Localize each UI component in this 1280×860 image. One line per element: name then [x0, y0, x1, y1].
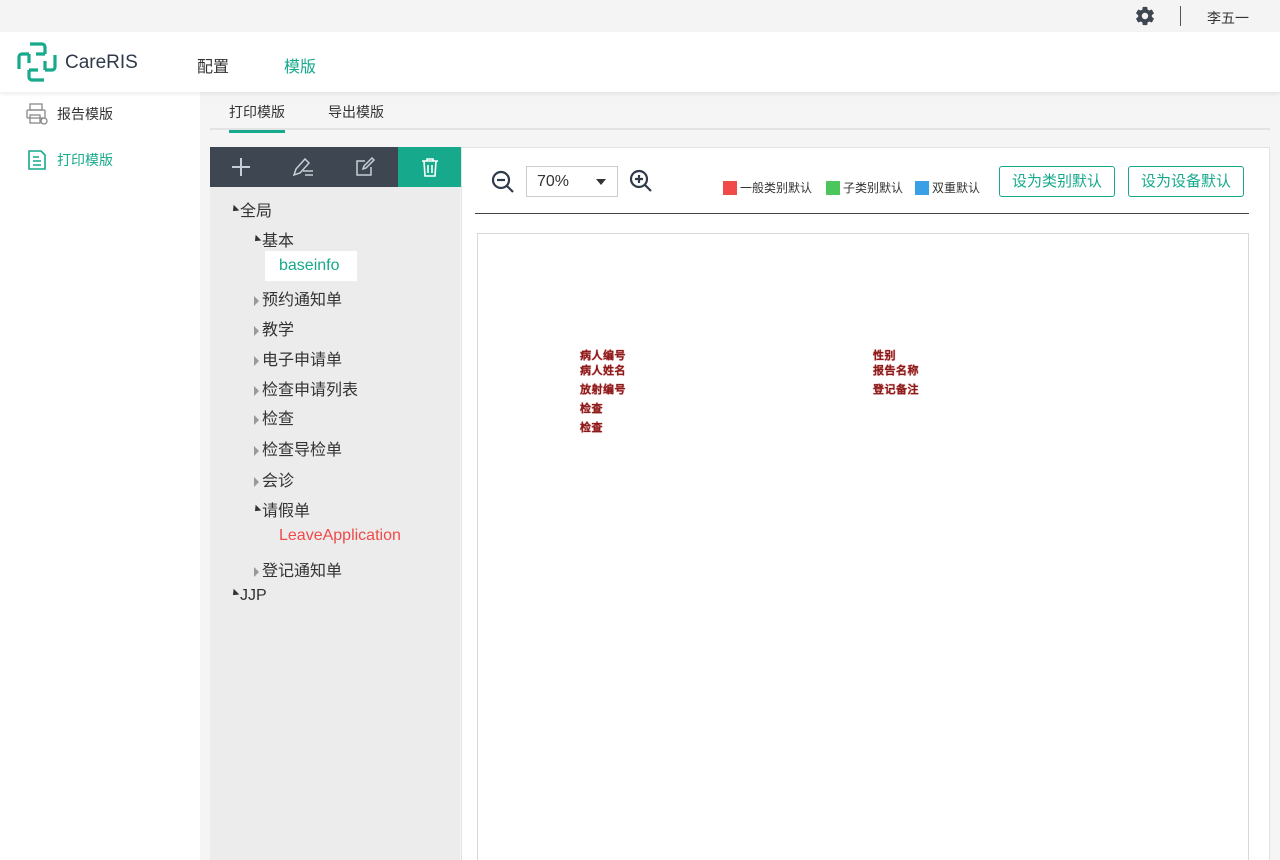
tree-leaf-leave-application[interactable]: LeaveApplication — [279, 527, 401, 545]
legend-label: 双重默认 — [932, 181, 981, 195]
template-tabs: 打印模版 导出模版 — [210, 92, 1270, 133]
caret-right-icon — [254, 414, 259, 425]
top-bar: 李五一 — [0, 0, 1280, 32]
caret-right-icon — [254, 445, 259, 456]
plus-icon — [232, 158, 250, 176]
delete-button[interactable] — [398, 147, 461, 187]
tree-node-label: 预约通知单 — [262, 292, 343, 309]
zoom-value: 70% — [537, 173, 570, 190]
tree-node-appointment[interactable]: 预约通知单 — [254, 286, 342, 310]
tab-print-templates[interactable]: 打印模版 — [229, 102, 285, 133]
tree-node-consultation[interactable]: 会诊 — [254, 467, 294, 491]
sidebar-item-label: 打印模版 — [57, 152, 113, 168]
add-button[interactable] — [210, 147, 272, 187]
legend-label: 子类别默认 — [843, 181, 904, 195]
tree-node-label: 教学 — [262, 322, 295, 339]
tab-export-templates[interactable]: 导出模版 — [328, 102, 384, 130]
tree-toolbar — [210, 147, 461, 187]
sidebar-item-label: 报告模版 — [57, 106, 113, 122]
divider — [1180, 6, 1181, 26]
edit-button[interactable] — [334, 147, 396, 187]
tree-node-teaching[interactable]: 教学 — [254, 316, 294, 340]
printer-gear-icon — [26, 103, 48, 125]
careris-logo-icon — [17, 42, 57, 82]
caret-down-icon — [252, 505, 262, 515]
username[interactable]: 李五一 — [1207, 8, 1249, 28]
tree-node-label: JJP — [240, 587, 267, 604]
tree-node-label: 检查导检单 — [262, 442, 343, 459]
caret-right-icon — [254, 566, 259, 577]
template-preview-panel: 70% 一般类别默认 子类别默认 双重默认 设为类别默认 设为设备默认 病人编号… — [461, 147, 1270, 860]
rename-button[interactable] — [272, 147, 334, 187]
edit-document-icon — [28, 150, 46, 170]
app-logo-text: CareRIS — [65, 52, 138, 73]
tree-node-leave[interactable]: 请假单 — [252, 497, 310, 521]
caret-right-icon — [254, 325, 259, 336]
chevron-down-icon — [596, 179, 606, 185]
legend-general-default: 一般类别默认 — [723, 179, 812, 196]
tree-node-label: 电子申请单 — [262, 352, 343, 369]
template-tree-panel: 全局 基本 baseinfo 预约通知单 教学 电子申请单 检查申请列表 检查 … — [210, 147, 461, 860]
legend-dual-default: 双重默认 — [915, 179, 980, 196]
field-gender[interactable]: 性别 — [873, 347, 896, 363]
set-device-default-button[interactable]: 设为设备默认 — [1128, 166, 1245, 197]
tree-node-exam-guide[interactable]: 检查导检单 — [254, 436, 342, 460]
set-category-default-button[interactable]: 设为类别默认 — [999, 166, 1116, 197]
caret-right-icon — [254, 385, 259, 396]
tree-node-exam[interactable]: 检查 — [254, 405, 294, 429]
legend-subcategory-default: 子类别默认 — [826, 179, 903, 196]
legend-swatch-blue — [915, 180, 929, 195]
tree-node-global[interactable]: 全局 — [230, 197, 272, 221]
tree-node-label: 请假单 — [262, 503, 311, 520]
divider — [475, 213, 1249, 214]
gear-icon[interactable] — [1134, 5, 1156, 27]
tree-node-exam-application-list[interactable]: 检查申请列表 — [254, 376, 358, 400]
legend-swatch-green — [826, 180, 840, 195]
nav-config[interactable]: 配置 — [197, 53, 229, 77]
nav-templates[interactable]: 模版 — [284, 53, 316, 77]
caret-right-icon — [254, 295, 259, 306]
sidebar-item-print-templates[interactable]: 打印模版 — [25, 148, 113, 172]
tree-node-registration-notice[interactable]: 登记通知单 — [254, 557, 342, 581]
template-canvas[interactable]: 病人编号 病人姓名 放射编号 检查 检查 性别 报告名称 登记备注 — [477, 233, 1249, 860]
trash-icon — [421, 158, 438, 177]
legend-label: 一般类别默认 — [740, 181, 813, 195]
field-exam[interactable]: 检查 — [580, 419, 603, 435]
caret-down-icon — [252, 235, 262, 245]
caret-right-icon — [254, 355, 259, 366]
tree-node-label: 全局 — [240, 203, 273, 220]
tree-node-label: 基本 — [262, 233, 295, 250]
field-exam[interactable]: 检查 — [580, 400, 603, 416]
caret-right-icon — [254, 476, 259, 487]
tree-node-label: 登记通知单 — [262, 563, 343, 580]
field-patient-name[interactable]: 病人姓名 — [580, 362, 626, 378]
zoom-select[interactable]: 70% — [526, 166, 618, 197]
caret-down-icon — [230, 589, 240, 599]
tree-node-jjp[interactable]: JJP — [230, 587, 267, 605]
tree-node-label: 检查 — [262, 411, 295, 428]
app-header: CareRIS 配置 模版 — [0, 32, 1280, 92]
edit-box-icon — [356, 156, 376, 176]
tree-node-e-application[interactable]: 电子申请单 — [254, 346, 342, 370]
legend-swatch-red — [723, 180, 737, 195]
tree-node-label: 会诊 — [262, 473, 295, 490]
field-radiology-id[interactable]: 放射编号 — [580, 381, 626, 397]
tree-node-basic[interactable]: 基本 — [252, 227, 294, 251]
pen-lines-icon — [292, 157, 313, 177]
zoom-out-icon[interactable] — [490, 169, 516, 195]
field-patient-id[interactable]: 病人编号 — [580, 347, 626, 363]
caret-down-icon — [230, 205, 240, 215]
zoom-in-icon[interactable] — [628, 168, 654, 194]
sidebar-item-report-templates[interactable]: 报告模版 — [25, 102, 113, 126]
tree-node-label: 检查申请列表 — [262, 382, 359, 399]
field-report-name[interactable]: 报告名称 — [873, 362, 919, 378]
sidebar: 报告模版 打印模版 — [0, 92, 200, 860]
tree-leaf-baseinfo[interactable]: baseinfo — [265, 251, 357, 281]
field-registration-note[interactable]: 登记备注 — [873, 381, 919, 397]
